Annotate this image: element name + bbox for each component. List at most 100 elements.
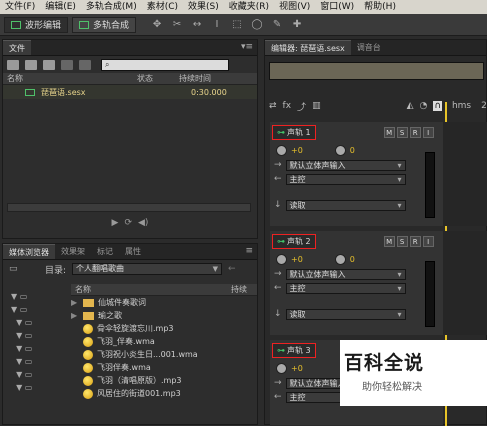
marquee-tool-icon[interactable]: ⬚ bbox=[230, 18, 244, 32]
track-name-field[interactable]: ⊶ 声轨 1 bbox=[272, 124, 316, 140]
dir-select[interactable]: 个人翻唱歌曲 bbox=[72, 263, 223, 275]
list-item[interactable]: 飞羽祝小炎生日...001.wma bbox=[71, 348, 257, 361]
io-icon[interactable]: ⇄ bbox=[269, 101, 277, 111]
tab-files[interactable]: 文件 bbox=[3, 40, 31, 55]
files-h-scrollbar[interactable] bbox=[7, 203, 251, 212]
list-item[interactable]: 飞羽_伴奏.wma bbox=[71, 335, 257, 348]
automation-mode-select[interactable]: 读取 bbox=[285, 199, 406, 211]
eq-icon[interactable]: ▥ bbox=[312, 101, 321, 111]
tree-item[interactable]: ▼ ▭ bbox=[5, 329, 67, 342]
solo-button[interactable]: S bbox=[396, 126, 408, 138]
menu-window[interactable]: 窗口(W) bbox=[315, 0, 359, 14]
autoplay-icon[interactable]: ◀) bbox=[138, 218, 148, 228]
fx-icon[interactable]: fx bbox=[283, 101, 292, 111]
volume-knob[interactable] bbox=[276, 144, 287, 156]
time-selection-tool-icon[interactable]: I bbox=[210, 18, 224, 32]
list-item[interactable]: 风居住的街道001.mp3 bbox=[71, 387, 257, 400]
track-2-lane[interactable] bbox=[443, 231, 487, 335]
open-file-icon[interactable] bbox=[25, 59, 37, 70]
list-item[interactable]: 骨伞轻旋渡忘川.mp3 bbox=[71, 322, 257, 335]
output-select[interactable]: 主控 bbox=[285, 173, 406, 185]
track-name-field[interactable]: ⊶ 声轨 3 bbox=[272, 342, 316, 358]
back-icon[interactable]: ← bbox=[228, 264, 236, 274]
waveform-mode-button[interactable]: 波形编辑 bbox=[4, 16, 69, 33]
razor-tool-icon[interactable]: ✂ bbox=[170, 18, 184, 32]
mute-button[interactable]: M bbox=[383, 126, 395, 138]
tree-item[interactable]: ▼ ▭ bbox=[5, 316, 67, 329]
track-name-field[interactable]: ⊶ 声轨 2 bbox=[272, 233, 316, 249]
list-item[interactable]: 飞羽（清唱原版）.mp3 bbox=[71, 374, 257, 387]
file-row[interactable]: 琵琶语.sesx 0:30.000 bbox=[3, 85, 257, 99]
tree-item[interactable]: ▼ ▭ bbox=[5, 355, 67, 368]
tab-effects-rack[interactable]: 效果架 bbox=[55, 244, 91, 259]
menu-file[interactable]: 文件(F) bbox=[0, 0, 40, 14]
volume-knob[interactable] bbox=[276, 362, 287, 374]
list-item[interactable]: 飞羽伴奏.wma bbox=[71, 361, 257, 374]
input-monitor-button[interactable]: I bbox=[422, 235, 434, 247]
input-select[interactable]: 默认立体声输入 bbox=[285, 268, 406, 280]
tab-editor[interactable]: 编辑器: 琵琶语.sesx bbox=[265, 40, 351, 55]
delete-icon[interactable] bbox=[79, 59, 91, 70]
panel-menu-icon[interactable]: ▾≡ bbox=[237, 40, 257, 55]
tree-item[interactable]: ▼ ▭ bbox=[5, 368, 67, 381]
insert-icon[interactable] bbox=[61, 59, 73, 70]
pan-knob[interactable] bbox=[334, 253, 346, 265]
loop-icon[interactable]: ⟳ bbox=[124, 218, 132, 228]
move-tool-icon[interactable]: ✥ bbox=[150, 18, 164, 32]
input-select[interactable]: 默认立体声输入 bbox=[285, 159, 406, 171]
mute-button[interactable]: M bbox=[383, 235, 395, 247]
volume-knob[interactable] bbox=[276, 253, 287, 265]
record-button[interactable]: R bbox=[409, 126, 421, 138]
col-name[interactable]: 名称 bbox=[3, 73, 137, 84]
expand-icon[interactable]: ▶ bbox=[71, 311, 81, 320]
brush-tool-icon[interactable]: ✎ bbox=[270, 18, 284, 32]
files-search-input[interactable]: ⌕ bbox=[101, 58, 229, 71]
browser-col-duration[interactable]: 持续 bbox=[231, 284, 247, 295]
headphones-icon[interactable]: ∩ bbox=[433, 101, 442, 111]
tree-item[interactable]: ▼ ▭ bbox=[5, 342, 67, 355]
solo-button[interactable]: S bbox=[396, 235, 408, 247]
track-1-lane[interactable] bbox=[443, 122, 487, 226]
output-select[interactable]: 主控 bbox=[285, 282, 406, 294]
slip-tool-icon[interactable]: ↔ bbox=[190, 18, 204, 32]
volume-value[interactable]: +0 bbox=[291, 146, 303, 155]
browser-col-name[interactable]: 名称 bbox=[71, 284, 231, 295]
col-status[interactable]: 状态 bbox=[137, 73, 179, 84]
menu-view[interactable]: 视图(V) bbox=[274, 0, 315, 14]
tab-markers[interactable]: 标记 bbox=[91, 244, 119, 259]
input-monitor-button[interactable]: I bbox=[422, 126, 434, 138]
menu-multitrack[interactable]: 多轨合成(M) bbox=[81, 0, 142, 14]
tree-item[interactable]: ▼ ▭ bbox=[5, 303, 67, 316]
lasso-tool-icon[interactable]: ◯ bbox=[250, 18, 264, 32]
tab-properties[interactable]: 属性 bbox=[119, 244, 147, 259]
tree-item[interactable]: ▼ ▭ bbox=[5, 381, 67, 394]
pan-knob[interactable] bbox=[334, 144, 346, 156]
pan-value[interactable]: 0 bbox=[350, 146, 355, 155]
new-file-icon[interactable] bbox=[7, 59, 19, 70]
sends-icon[interactable]: ⤴ bbox=[297, 100, 306, 113]
menu-favorites[interactable]: 收藏夹(R) bbox=[224, 0, 274, 14]
multitrack-mode-button[interactable]: 多轨合成 bbox=[72, 16, 137, 33]
show-tree-icon[interactable]: ▭ bbox=[9, 264, 39, 274]
record-button[interactable]: R bbox=[409, 235, 421, 247]
spot-healing-tool-icon[interactable]: ✚ bbox=[290, 18, 304, 32]
metronome-icon[interactable]: ◭ bbox=[407, 101, 414, 111]
expand-icon[interactable]: ▶ bbox=[71, 298, 81, 307]
list-item[interactable]: ▶ 仙城件奏歌词 bbox=[71, 296, 257, 309]
automation-mode-select[interactable]: 读取 bbox=[285, 308, 406, 320]
list-item[interactable]: ▶ 瑜之歌 bbox=[71, 309, 257, 322]
col-duration[interactable]: 持续时间 bbox=[179, 73, 211, 84]
overview-bar[interactable] bbox=[269, 62, 484, 80]
pan-icon[interactable]: ◔ bbox=[420, 101, 428, 111]
browser-menu-icon[interactable]: ≡ bbox=[241, 244, 257, 259]
tree-item[interactable]: ▼ ▭ bbox=[5, 290, 67, 303]
tab-mixer[interactable]: 调音台 bbox=[351, 40, 387, 55]
tab-media-browser[interactable]: 媒体浏览器 bbox=[3, 244, 55, 259]
volume-value[interactable]: +0 bbox=[291, 364, 303, 373]
play-icon[interactable]: ▶ bbox=[112, 218, 119, 228]
import-file-icon[interactable] bbox=[43, 59, 55, 70]
pan-value[interactable]: 0 bbox=[350, 255, 355, 264]
menu-effects[interactable]: 效果(S) bbox=[183, 0, 224, 14]
menu-edit[interactable]: 编辑(E) bbox=[40, 0, 81, 14]
menu-help[interactable]: 帮助(H) bbox=[359, 0, 401, 14]
